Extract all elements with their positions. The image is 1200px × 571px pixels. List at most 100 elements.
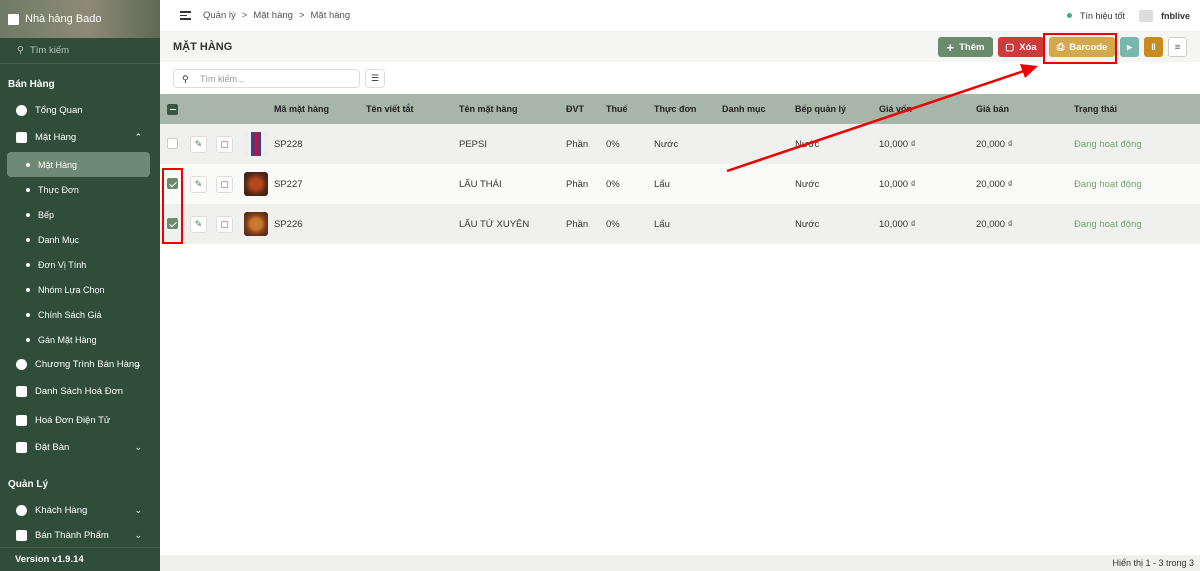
col-name[interactable]: Tên mặt hàng bbox=[459, 94, 566, 124]
col-short[interactable]: Tên viết tắt bbox=[366, 94, 459, 124]
sidebar-item-label: Mặt Hàng bbox=[35, 132, 77, 143]
cell-cost: 10,000 ₫ bbox=[879, 138, 916, 150]
cell-short bbox=[366, 204, 459, 244]
table-header: Mã mặt hàng Tên viết tắt Tên mặt hàng ĐV… bbox=[160, 94, 1200, 124]
sidebar-item-customers[interactable]: Khách Hàng ⌄ bbox=[0, 498, 160, 523]
play-button[interactable]: ▸ bbox=[1120, 37, 1139, 57]
sidebar-item-items[interactable]: Mặt Hàng ⌃ bbox=[0, 123, 160, 152]
sidebar-subitem-category[interactable]: Danh Mục bbox=[0, 227, 160, 252]
add-button[interactable]: + Thêm bbox=[938, 37, 993, 57]
sidebar-item-label: Chương Trình Bán Hàng bbox=[35, 359, 140, 370]
cell-category bbox=[722, 124, 795, 164]
filter-button[interactable]: ☰ bbox=[365, 69, 385, 88]
section-title-manage: Quản Lý bbox=[8, 479, 49, 490]
cell-cost: 10,000 ₫ bbox=[879, 178, 916, 190]
cell-price: 20,000 ₫ bbox=[976, 218, 1013, 230]
sidebar-item-label: Bán Thành Phẩm bbox=[35, 530, 109, 541]
col-tax[interactable]: Thuế bbox=[606, 94, 654, 124]
product-thumbnail bbox=[244, 132, 268, 156]
menu-toggle-icon[interactable] bbox=[180, 9, 191, 22]
sidebar-search-placeholder: Tìm kiếm bbox=[29, 45, 70, 56]
col-category[interactable]: Danh mục bbox=[722, 94, 795, 124]
sidebar-item-overview[interactable]: Tổng Quan bbox=[0, 98, 160, 123]
edit-icon[interactable]: ✎ bbox=[190, 215, 207, 233]
trash-icon[interactable]: ▢ bbox=[216, 215, 233, 233]
status-badge: Đang hoạt động bbox=[1074, 178, 1142, 190]
sidebar-subitem-items[interactable]: Mặt Hàng bbox=[7, 152, 150, 177]
table-row[interactable]: ✎ ▢ SP227 LẨU THÁI Phần 0% Lẩu Nước 10,0… bbox=[160, 164, 1200, 204]
play-icon: ▸ bbox=[1127, 41, 1132, 53]
cell-menu: Lẩu bbox=[654, 218, 670, 230]
product-thumbnail bbox=[244, 212, 268, 236]
sidebar-item-e-invoice[interactable]: Hoá Đơn Điện Tử bbox=[0, 406, 160, 435]
table-row[interactable]: ✎ ▢ SP226 LẨU TỨ XUYÊN Phần 0% Lẩu Nước … bbox=[160, 204, 1200, 244]
sidebar-item-label: Danh Sách Hoá Đơn bbox=[35, 386, 124, 397]
cell-unit: Phần bbox=[566, 178, 589, 190]
store-icon bbox=[8, 13, 19, 25]
list-icon: ≡ bbox=[1174, 41, 1181, 53]
sidebar-item-label: Đặt Bàn bbox=[35, 442, 70, 453]
select-all-checkbox[interactable] bbox=[167, 103, 178, 115]
cell-category bbox=[722, 204, 795, 244]
bullet-icon bbox=[26, 162, 30, 167]
sidebar-search[interactable]: ⚲ Tìm kiếm bbox=[0, 38, 160, 64]
search-placeholder: Tìm kiếm... bbox=[200, 73, 245, 84]
cell-menu: Lẩu bbox=[654, 178, 670, 190]
sidebar-subitem-unit[interactable]: Đơn Vị Tính bbox=[0, 252, 160, 277]
search-input[interactable]: ⚲ Tìm kiếm... bbox=[173, 69, 360, 88]
sidebar-subitem-price-policy[interactable]: Chính Sách Giá bbox=[0, 302, 160, 327]
select-all-cell[interactable] bbox=[160, 94, 190, 124]
breadcrumb-separator: > bbox=[298, 10, 305, 21]
sidebar-subitem-option-group[interactable]: Nhóm Lựa Chọn bbox=[0, 277, 160, 302]
breadcrumb-separator: > bbox=[241, 10, 248, 21]
col-status[interactable]: Trạng thái bbox=[1074, 94, 1200, 124]
pagination-summary: Hiển thị 1 - 3 trong 3 bbox=[160, 555, 1200, 571]
pause-button[interactable]: ‖ bbox=[1144, 37, 1163, 57]
bullet-icon bbox=[26, 337, 30, 342]
trash-icon[interactable]: ▢ bbox=[216, 175, 233, 193]
column-menu-button[interactable]: ≡ bbox=[1168, 37, 1187, 57]
add-button-label: Thêm bbox=[959, 41, 985, 53]
bullet-icon bbox=[26, 312, 30, 317]
delete-button[interactable]: ▢ Xóa bbox=[998, 37, 1044, 57]
edit-icon[interactable]: ✎ bbox=[190, 175, 207, 193]
search-icon: ⚲ bbox=[182, 74, 189, 84]
chevron-down-icon: ⌄ bbox=[134, 442, 142, 452]
sidebar-item-semi-products[interactable]: Bán Thành Phẩm ⌄ bbox=[0, 523, 160, 548]
edit-icon[interactable]: ✎ bbox=[190, 135, 207, 153]
table-row[interactable]: ✎ ▢ SP228 PEPSI Phần 0% Nước Nước 10,000… bbox=[160, 124, 1200, 164]
sidebar-item-booking[interactable]: Đặt Bàn ⌄ bbox=[0, 435, 160, 460]
col-unit[interactable]: ĐVT bbox=[566, 94, 606, 124]
col-price[interactable]: Giá bán bbox=[976, 94, 1074, 124]
cell-tax: 0% bbox=[606, 218, 620, 230]
status-badge: Đang hoạt động bbox=[1074, 138, 1142, 150]
section-title-sales: Bán Hàng bbox=[8, 79, 55, 90]
status-badge: Đang hoạt động bbox=[1074, 218, 1142, 230]
row-checkbox[interactable] bbox=[167, 138, 178, 150]
bullet-icon bbox=[26, 237, 30, 242]
sidebar-subitem-menu[interactable]: Thực Đơn bbox=[0, 177, 160, 202]
chevron-down-icon: ⌄ bbox=[134, 359, 142, 369]
sidebar-item-sales-program[interactable]: Chương Trình Bán Hàng ⌄ bbox=[0, 352, 160, 377]
breadcrumb-item[interactable]: Mặt hàng bbox=[253, 10, 293, 21]
user-name[interactable]: fnblive bbox=[1161, 11, 1190, 21]
cell-tax: 0% bbox=[606, 178, 620, 190]
cell-price: 20,000 ₫ bbox=[976, 138, 1013, 150]
col-cost[interactable]: Giá vốn bbox=[879, 94, 976, 124]
cell-tax: 0% bbox=[606, 138, 620, 150]
calendar-icon bbox=[16, 442, 27, 453]
brand[interactable]: Nhà hàng Bado bbox=[0, 0, 160, 38]
breadcrumb-item[interactable]: Quản lý bbox=[203, 10, 236, 21]
sidebar-subitem-assign-items[interactable]: Gán Mặt Hàng bbox=[0, 327, 160, 352]
sidebar-item-invoice-list[interactable]: Danh Sách Hoá Đơn bbox=[0, 377, 160, 406]
cell-name: LẨU TỨ XUYÊN bbox=[459, 218, 530, 230]
chevron-up-icon: ⌃ bbox=[134, 132, 142, 142]
col-menu[interactable]: Thực đơn bbox=[654, 94, 722, 124]
trash-icon[interactable]: ▢ bbox=[216, 135, 233, 153]
sidebar-item-label: Hoá Đơn Điện Tử bbox=[35, 415, 111, 426]
col-kitchen[interactable]: Bếp quản lý bbox=[795, 94, 879, 124]
cell-code: SP227 bbox=[274, 178, 303, 190]
user-avatar[interactable] bbox=[1138, 9, 1153, 22]
col-code[interactable]: Mã mặt hàng bbox=[274, 94, 366, 124]
sidebar-subitem-kitchen[interactable]: Bếp bbox=[0, 202, 160, 227]
